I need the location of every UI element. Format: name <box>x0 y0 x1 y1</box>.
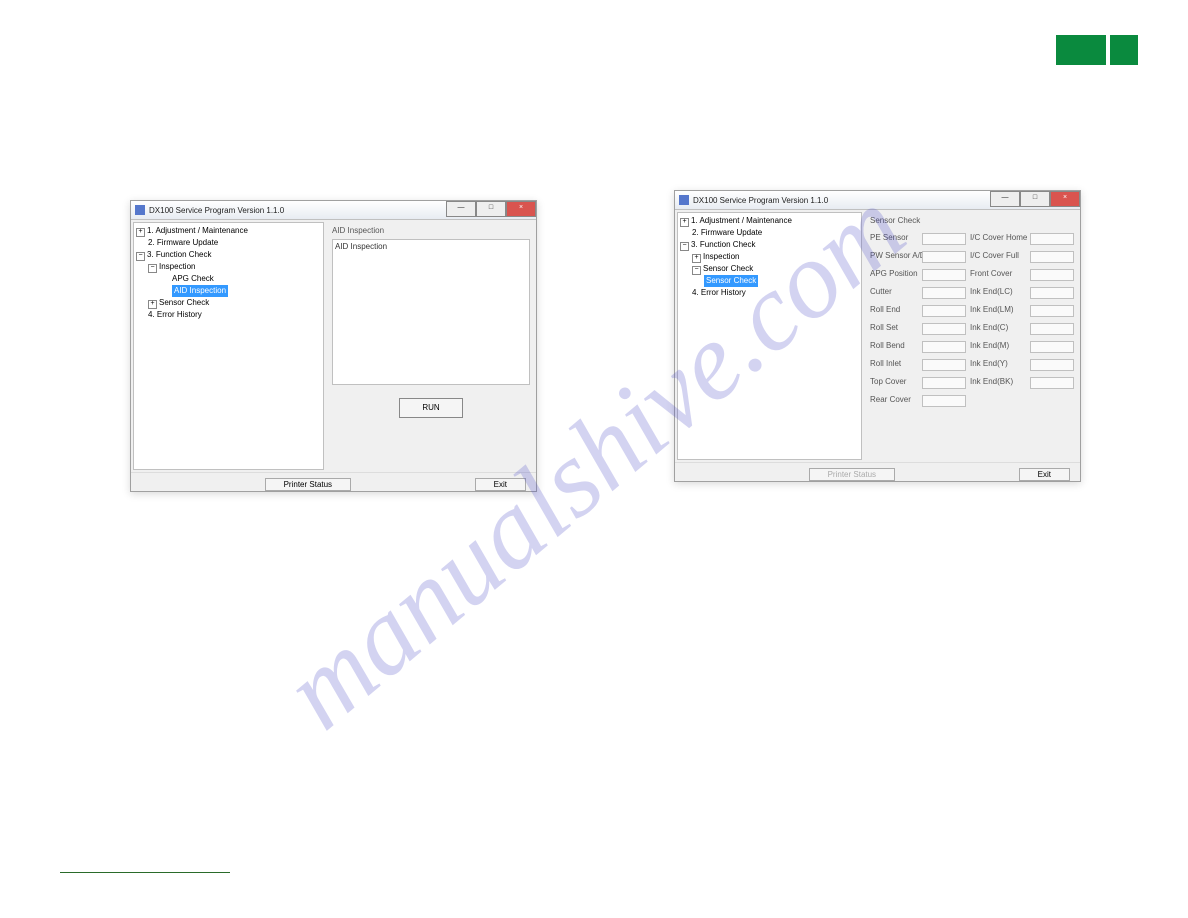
window-title: DX100 Service Program Version 1.1.0 <box>693 196 828 205</box>
sensor-field <box>922 251 966 263</box>
sensor-field <box>922 305 966 317</box>
printer-status-button[interactable]: Printer Status <box>265 478 351 491</box>
sensor-field <box>1030 377 1074 389</box>
sensor-label: Roll Bend <box>870 341 918 353</box>
header-tab <box>1056 35 1138 65</box>
output-text: AID Inspection <box>335 242 387 251</box>
close-button[interactable]: × <box>1050 191 1080 207</box>
sensor-field <box>1030 251 1074 263</box>
sensor-field <box>922 287 966 299</box>
panel-title: Sensor Check <box>870 216 1074 225</box>
sensor-label: Ink End(C) <box>970 323 1026 335</box>
sensor-label: Ink End(M) <box>970 341 1026 353</box>
sensor-field <box>922 233 966 245</box>
tree-item[interactable]: 2. Firmware Update <box>136 237 321 249</box>
sensor-field <box>1030 269 1074 281</box>
tree-item[interactable]: +Sensor Check <box>136 297 321 309</box>
app-icon <box>135 205 145 215</box>
sensor-label: Cutter <box>870 287 918 299</box>
output-textarea[interactable]: AID Inspection <box>332 239 530 385</box>
run-button[interactable]: RUN <box>399 398 463 418</box>
sensor-field <box>922 395 966 407</box>
sensor-field <box>1030 305 1074 317</box>
exit-button[interactable]: Exit <box>1019 468 1070 481</box>
sensor-field <box>922 269 966 281</box>
tree-item[interactable]: −Inspection <box>136 261 321 273</box>
bottom-bar: Printer Status Exit <box>675 462 1080 485</box>
tree-item-selected[interactable]: AID Inspection <box>136 285 321 297</box>
sensor-label: I/C Cover Home <box>970 233 1026 245</box>
header-tab-gap <box>1106 35 1110 65</box>
sensor-label: Top Cover <box>870 377 918 389</box>
tree-item[interactable]: 4. Error History <box>680 287 859 299</box>
footer-rule <box>60 872 230 873</box>
sensor-label: I/C Cover Full <box>970 251 1026 263</box>
service-program-window-2: DX100 Service Program Version 1.1.0 — □ … <box>674 190 1081 482</box>
tree-item[interactable]: 4. Error History <box>136 309 321 321</box>
tree-item[interactable]: +Inspection <box>680 251 859 263</box>
tree-item[interactable]: −3. Function Check <box>680 239 859 251</box>
maximize-button[interactable]: □ <box>476 201 506 217</box>
tree-item[interactable]: −3. Function Check <box>136 249 321 261</box>
printer-status-button: Printer Status <box>809 468 895 481</box>
navigation-tree[interactable]: +1. Adjustment / Maintenance 2. Firmware… <box>133 222 324 470</box>
sensor-label: APG Position <box>870 269 918 281</box>
sensor-field <box>1030 359 1074 371</box>
sensor-label: Front Cover <box>970 269 1026 281</box>
sensor-field <box>922 377 966 389</box>
sensor-label: PE Sensor <box>870 233 918 245</box>
sensor-label: Ink End(LM) <box>970 305 1026 317</box>
minimize-button[interactable]: — <box>446 201 476 217</box>
tree-item[interactable]: −Sensor Check <box>680 263 859 275</box>
sensor-grid: PE Sensor I/C Cover Home PW Sensor A/D I… <box>870 233 1074 413</box>
navigation-tree[interactable]: +1. Adjustment / Maintenance 2. Firmware… <box>677 212 862 460</box>
exit-button[interactable]: Exit <box>475 478 526 491</box>
sensor-label: Ink End(Y) <box>970 359 1026 371</box>
sensor-field <box>922 341 966 353</box>
sensor-field <box>1030 323 1074 335</box>
app-icon <box>679 195 689 205</box>
sensor-label: Ink End(LC) <box>970 287 1026 299</box>
sensor-field <box>1030 287 1074 299</box>
tree-item[interactable]: 2. Firmware Update <box>680 227 859 239</box>
tree-item[interactable]: +1. Adjustment / Maintenance <box>136 225 321 237</box>
sensor-label: Roll Set <box>870 323 918 335</box>
bottom-bar: Printer Status Exit <box>131 472 536 495</box>
close-button[interactable]: × <box>506 201 536 217</box>
detail-panel: AID Inspection AID Inspection RUN <box>328 222 534 470</box>
sensor-label: PW Sensor A/D <box>870 251 918 263</box>
sensor-field <box>922 323 966 335</box>
sensor-label: Rear Cover <box>870 395 918 407</box>
maximize-button[interactable]: □ <box>1020 191 1050 207</box>
tree-item[interactable]: +1. Adjustment / Maintenance <box>680 215 859 227</box>
window-buttons: — □ × <box>446 201 536 217</box>
titlebar: DX100 Service Program Version 1.1.0 — □ … <box>131 201 536 220</box>
sensor-label: Ink End(BK) <box>970 377 1026 389</box>
minimize-button[interactable]: — <box>990 191 1020 207</box>
service-program-window-1: DX100 Service Program Version 1.1.0 — □ … <box>130 200 537 492</box>
sensor-label: Roll Inlet <box>870 359 918 371</box>
sensor-label: Roll End <box>870 305 918 317</box>
panel-title: AID Inspection <box>332 226 530 235</box>
sensor-field <box>1030 341 1074 353</box>
tree-item-selected[interactable]: Sensor Check <box>680 275 859 287</box>
detail-panel: Sensor Check PE Sensor I/C Cover Home PW… <box>866 212 1078 460</box>
window-title: DX100 Service Program Version 1.1.0 <box>149 206 284 215</box>
sensor-field <box>1030 233 1074 245</box>
tree-item[interactable]: APG Check <box>136 273 321 285</box>
sensor-field <box>922 359 966 371</box>
titlebar: DX100 Service Program Version 1.1.0 — □ … <box>675 191 1080 210</box>
window-buttons: — □ × <box>990 191 1080 207</box>
